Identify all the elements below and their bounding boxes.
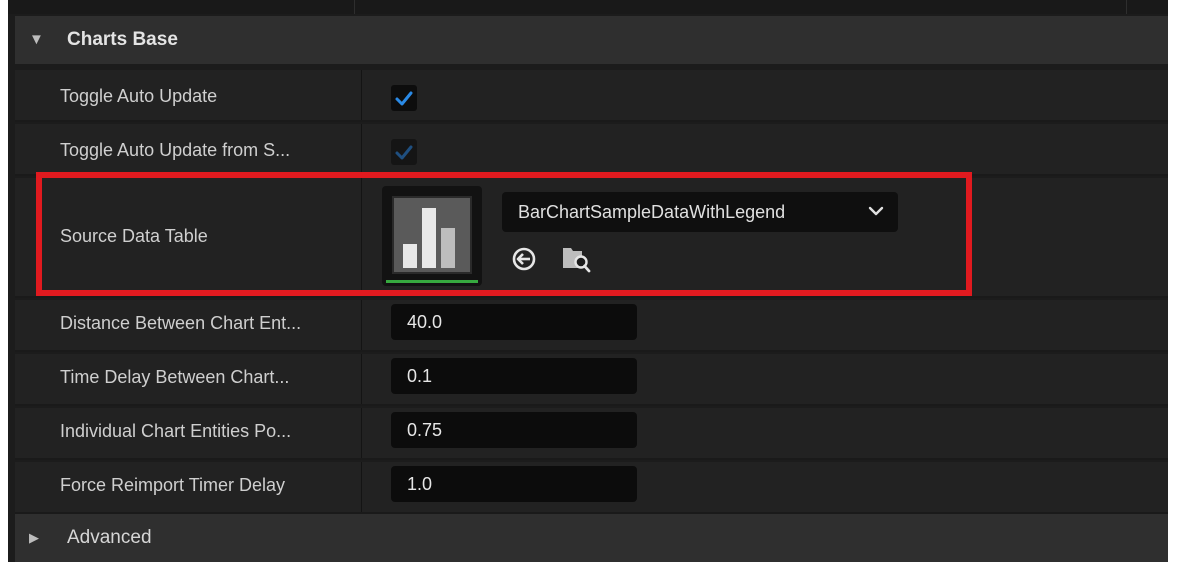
toggle-auto-update-from-source-checkbox[interactable] <box>391 139 417 165</box>
checkmark-icon <box>395 145 413 160</box>
section-title: Advanced <box>67 527 152 548</box>
individual-chart-entities-position-input[interactable]: 0.75 <box>391 412 637 448</box>
row-time-delay-between-chart: Time Delay Between Chart... 0.1 <box>15 354 1168 406</box>
property-label: Individual Chart Entities Po... <box>60 421 292 441</box>
toggle-auto-update-checkbox[interactable] <box>391 85 417 111</box>
row-force-reimport-timer-delay: Force Reimport Timer Delay 1.0 <box>15 462 1168 514</box>
section-header-advanced[interactable]: ▶ Advanced <box>15 514 1168 562</box>
expand-arrow-icon[interactable]: ▶ <box>29 529 39 547</box>
row-toggle-auto-update: Toggle Auto Update <box>15 70 1168 122</box>
distance-between-chart-entities-input[interactable]: 40.0 <box>391 304 637 340</box>
property-label: Force Reimport Timer Delay <box>60 475 286 495</box>
details-panel: ▼ Charts Base Toggle Auto Update Toggle … <box>8 0 1168 562</box>
row-individual-chart-entities-position: Individual Chart Entities Po... 0.75 <box>15 408 1168 460</box>
section-header-charts-base[interactable]: ▼ Charts Base <box>15 16 1168 64</box>
property-label: Distance Between Chart Ent... <box>60 313 302 333</box>
top-strip <box>8 0 1168 14</box>
checkmark-icon <box>395 91 413 106</box>
property-label: Toggle Auto Update from S... <box>60 140 291 160</box>
force-reimport-timer-delay-input[interactable]: 1.0 <box>391 466 637 502</box>
property-label: Toggle Auto Update <box>60 86 218 106</box>
highlight-box <box>36 172 972 296</box>
expand-arrow-icon[interactable]: ▼ <box>29 31 44 49</box>
row-distance-between-chart-entities: Distance Between Chart Ent... 40.0 <box>15 300 1168 352</box>
property-label: Time Delay Between Chart... <box>60 367 290 387</box>
time-delay-between-chart-input[interactable]: 0.1 <box>391 358 637 394</box>
row-toggle-auto-update-from-source: Toggle Auto Update from S... <box>15 124 1168 176</box>
section-title: Charts Base <box>67 29 178 50</box>
